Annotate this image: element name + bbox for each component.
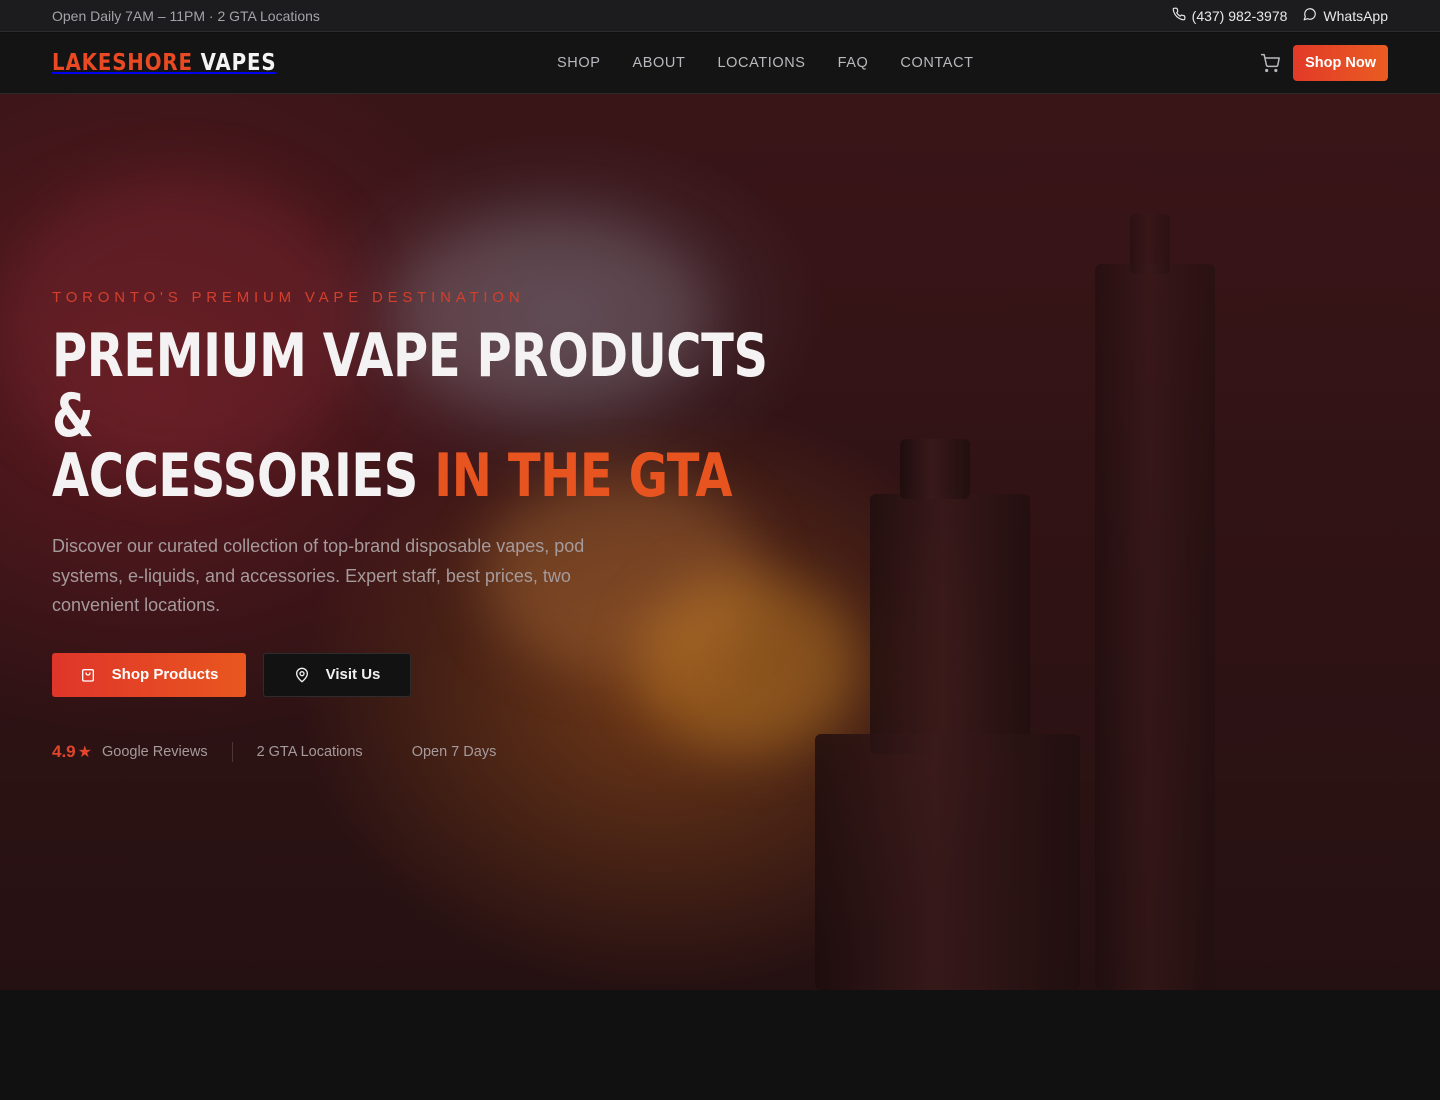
cart-icon[interactable] — [1259, 52, 1281, 74]
rating-label: Google Reviews — [101, 743, 208, 760]
visit-us-label: Visit Us — [325, 666, 381, 683]
hero-section: TORONTO'S PREMIUM VAPE DESTINATION PREMI… — [0, 94, 1440, 990]
shopping-bag-icon — [80, 667, 96, 683]
open-days-stat: Open 7 Days — [411, 743, 497, 760]
headline-line-2-white: ACCESSORIES — [52, 441, 418, 511]
vape-device-image — [1130, 214, 1170, 274]
vape-device-image — [815, 734, 1080, 990]
logo-part-vapes: VAPES — [200, 50, 277, 76]
hero-cta-row: Shop Products Visit Us — [52, 652, 792, 697]
visit-us-button[interactable]: Visit Us — [263, 652, 411, 697]
logo-part-lakeshore: LAKESHORE — [52, 50, 193, 76]
rating-value: 4.9 ★ — [52, 742, 92, 762]
main-nav: SHOP ABOUT LOCATIONS FAQ CONTACT — [557, 33, 974, 93]
whatsapp-link[interactable]: WhatsApp — [1303, 7, 1388, 24]
chat-bubble-icon — [1303, 7, 1317, 24]
headline-line-1: PREMIUM VAPE PRODUCTS & — [52, 321, 768, 451]
hero-content: TORONTO'S PREMIUM VAPE DESTINATION PREMI… — [52, 289, 792, 762]
topbar-contact: (437) 982-3978 WhatsApp — [1172, 7, 1388, 24]
shop-products-button[interactable]: Shop Products — [52, 652, 246, 697]
main-header: LAKESHORE VAPES SHOP ABOUT LOCATIONS FAQ… — [0, 33, 1440, 94]
hero-headline: PREMIUM VAPE PRODUCTS & ACCESSORIES IN T… — [52, 326, 772, 506]
locations-stat: 2 GTA Locations — [256, 743, 363, 760]
shop-now-button[interactable]: Shop Now — [1293, 45, 1388, 81]
map-pin-icon — [294, 667, 310, 683]
nav-faq[interactable]: FAQ — [838, 55, 869, 71]
store-hours-text: Open Daily 7AM – 11PM · 2 GTA Locations — [52, 7, 320, 24]
headline-line-2-accent: IN THE GTA — [434, 441, 733, 511]
shop-products-label: Shop Products — [111, 666, 219, 683]
vape-device-image — [870, 494, 1030, 754]
phone-link[interactable]: (437) 982-3978 — [1172, 7, 1288, 24]
nav-shop[interactable]: SHOP — [557, 55, 601, 71]
hero-stats: 4.9 ★ Google Reviews 2 GTA Locations Ope… — [52, 741, 792, 762]
hero-eyebrow: TORONTO'S PREMIUM VAPE DESTINATION — [52, 289, 525, 306]
site-logo[interactable]: LAKESHORE VAPES — [52, 50, 276, 76]
vape-device-image — [1095, 264, 1215, 990]
phone-number: (437) 982-3978 — [1191, 7, 1288, 24]
hero-description: Discover our curated collection of top-b… — [52, 536, 585, 615]
vape-device-image — [900, 439, 970, 499]
next-section — [0, 990, 1440, 1100]
header-actions: Shop Now — [1259, 45, 1388, 81]
nav-locations[interactable]: LOCATIONS — [717, 55, 805, 71]
whatsapp-label: WhatsApp — [1323, 7, 1388, 24]
phone-icon — [1172, 7, 1186, 24]
nav-contact[interactable]: CONTACT — [900, 55, 973, 71]
top-info-bar: Open Daily 7AM – 11PM · 2 GTA Locations … — [0, 0, 1440, 32]
nav-about[interactable]: ABOUT — [633, 55, 686, 71]
star-icon: ★ — [77, 743, 92, 761]
stat-divider — [231, 741, 233, 762]
rating-number: 4.9 — [52, 741, 76, 761]
